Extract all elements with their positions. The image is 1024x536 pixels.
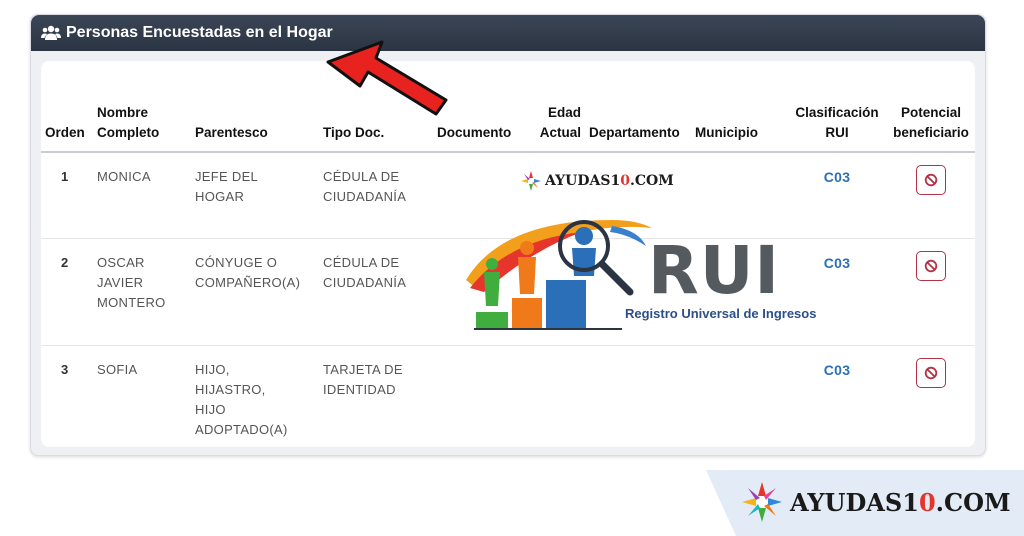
ban-icon — [924, 366, 938, 379]
cell-documento — [433, 345, 533, 452]
cell-tipo-doc: CÉDULA DE CIUDADANÍA — [319, 152, 433, 239]
cell-nombre: OSCAR JAVIER MONTERO — [93, 238, 191, 346]
panel-header: Personas Encuestadas en el Hogar — [31, 15, 985, 51]
panel-title: Personas Encuestadas en el Hogar — [66, 24, 333, 41]
table-row: 3 SOFIA HIJO, HIJASTRO, HIJO ADOPTADO(A) TA… — [41, 345, 975, 452]
hands-logo-icon — [521, 171, 541, 191]
cell-nombre: SOFIA — [97, 361, 138, 377]
cell-orden: 1 — [41, 152, 93, 239]
col-parentesco: Parentesco — [191, 99, 319, 153]
cell-edad — [533, 345, 585, 452]
cell-orden: 2 — [41, 238, 93, 346]
cell-parentesco: CÓNYUGE O COMPAÑERO(A) — [191, 238, 319, 346]
cell-parentesco: HIJO, HIJASTRO, HIJO ADOPTADO(A) — [195, 361, 288, 437]
rui-title: RUI — [648, 232, 780, 309]
potential-beneficiary-button[interactable] — [916, 357, 946, 388]
ban-icon — [924, 259, 938, 272]
cell-departamento — [585, 345, 691, 452]
watermark-logo: AYUDAS10.COM — [520, 170, 674, 192]
brand-text: AYUDAS10.COM — [790, 487, 1011, 517]
cell-potencial — [887, 152, 975, 239]
cell-potencial — [887, 238, 975, 346]
hands-logo-icon — [742, 482, 782, 522]
rui-subtitle: Registro Universal de Ingresos — [625, 306, 817, 321]
col-potencial: Potencial beneficiario — [887, 99, 975, 153]
cell-parentesco: JEFE DEL HOGAR — [191, 152, 319, 239]
brand-logo: AYUDAS10.COM — [740, 480, 1011, 524]
cell-municipio — [691, 345, 787, 452]
col-edad: Edad Actual — [533, 99, 585, 153]
col-clasificacion: Clasificación RUI — [787, 99, 887, 153]
potential-beneficiary-button[interactable] — [916, 165, 946, 195]
table-header-row: Orden Nombre Completo Parentesco Tipo Doc… — [41, 99, 975, 153]
col-orden: Orden — [41, 99, 93, 153]
col-municipio: Municipio — [691, 99, 787, 153]
cell-nombre: MONICA — [93, 152, 191, 239]
col-departamento: Departamento — [585, 99, 691, 153]
arrow-icon — [326, 40, 448, 116]
cell-orden: 3 — [61, 361, 69, 377]
cell-tipo-doc: TARJETA DE IDENTIDAD — [323, 361, 403, 397]
cell-potencial — [887, 345, 975, 452]
cell-clasificacion: C03 — [823, 361, 851, 378]
users-icon — [41, 25, 61, 40]
watermark-text: AYUDAS10.COM — [545, 173, 674, 189]
potential-beneficiary-button[interactable] — [916, 250, 946, 281]
ban-icon — [924, 173, 938, 187]
col-nombre: Nombre Completo — [93, 99, 191, 153]
cell-tipo-doc: CÉDULA DE CIUDADANÍA — [319, 238, 433, 346]
